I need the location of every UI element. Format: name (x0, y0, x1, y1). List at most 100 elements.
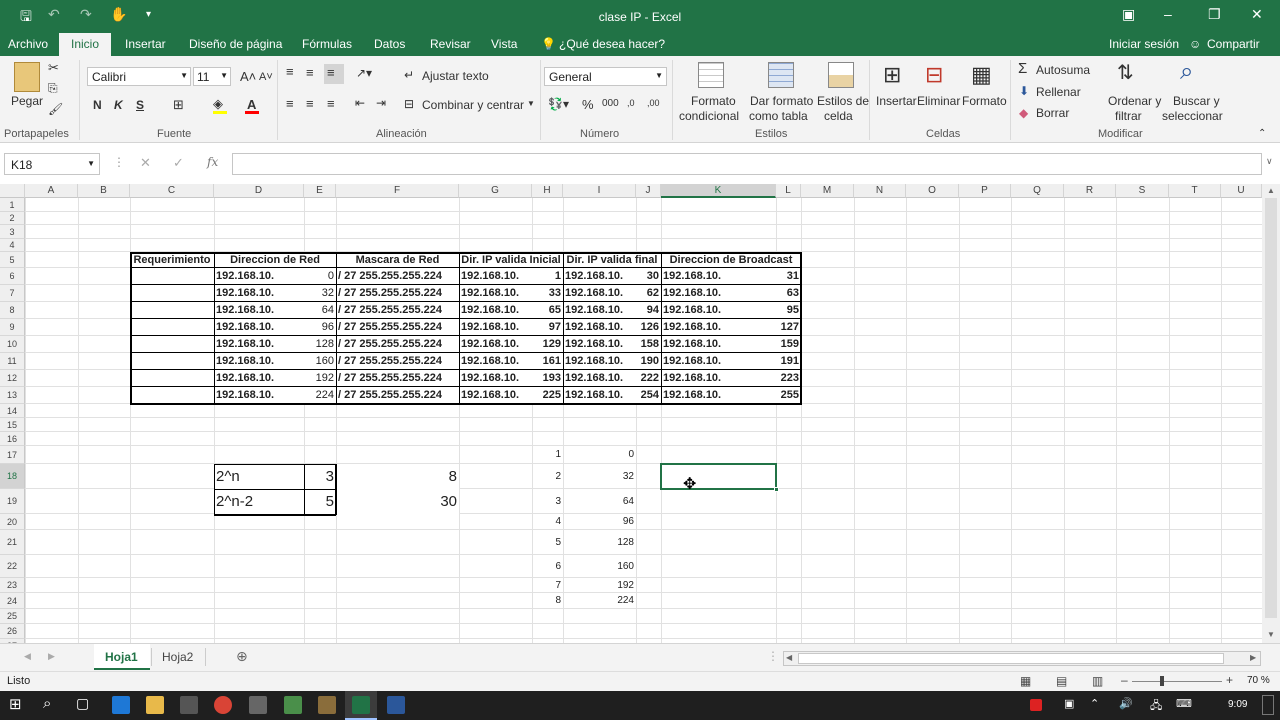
increase-decimal-icon[interactable]: ,0 (627, 98, 635, 108)
percent-icon[interactable]: % (582, 97, 594, 112)
row-header-1[interactable]: 1 (0, 198, 25, 212)
insert-cells-button[interactable]: Insertar (876, 94, 917, 108)
fill-color-icon[interactable]: ◈ (213, 96, 223, 112)
tab-revisar[interactable]: Revisar (430, 37, 471, 51)
row-header-9[interactable]: 9 (0, 319, 25, 336)
align-middle-icon[interactable]: ≡ (306, 65, 314, 80)
format-painter-icon[interactable]: 🖌 (48, 102, 63, 116)
align-center-icon[interactable]: ≡ (306, 96, 314, 111)
row-header-11[interactable]: 11 (0, 353, 25, 370)
number-format-box[interactable]: General ▼ (544, 67, 667, 86)
decrease-indent-icon[interactable]: ⇤ (355, 96, 365, 110)
row-header-3[interactable]: 3 (0, 225, 25, 239)
font-color-icon[interactable]: A (247, 97, 256, 112)
cell-styles-icon[interactable] (828, 62, 854, 88)
expand-formula-icon[interactable]: ∨ (1266, 156, 1273, 167)
ribbon-display-icon[interactable]: ▣ (1122, 6, 1135, 23)
row-header-5[interactable]: 5 (0, 252, 25, 268)
cut-icon[interactable]: ✂ (48, 60, 59, 76)
column-header-q[interactable]: Q (1011, 184, 1064, 198)
row-header-19[interactable]: 19 (0, 489, 25, 514)
column-header-n[interactable]: N (854, 184, 906, 198)
column-header-d[interactable]: D (214, 184, 304, 198)
next-sheet-icon[interactable]: ▶ (48, 651, 55, 662)
shrink-font-icon[interactable]: A˅ (259, 71, 273, 83)
align-top-icon[interactable]: ≡ (286, 64, 294, 79)
vertical-scrollbar[interactable]: ▲ ▼ (1262, 184, 1280, 643)
tab-insertar[interactable]: Insertar (125, 37, 166, 51)
app-icon-2[interactable] (284, 696, 302, 714)
maximize-icon[interactable]: ❐ (1208, 6, 1221, 23)
format-cells-icon[interactable]: ▦ (971, 62, 992, 88)
page-break-icon[interactable]: ▥ (1092, 674, 1103, 688)
format-as-table-label2[interactable]: como tabla (749, 109, 808, 123)
column-header-u[interactable]: U (1221, 184, 1262, 198)
row-header-7[interactable]: 7 (0, 285, 25, 302)
paste-icon[interactable] (14, 62, 40, 92)
tab-archivo[interactable]: Archivo (8, 37, 48, 51)
align-right-icon[interactable]: ≡ (327, 96, 335, 111)
horizontal-scroll-thumb[interactable] (798, 653, 1224, 664)
insert-function-icon[interactable]: fx (207, 155, 218, 169)
conditional-format-label2[interactable]: condicional (679, 109, 739, 123)
column-header-r[interactable]: R (1064, 184, 1116, 198)
decrease-decimal-icon[interactable]: ,00 (647, 98, 660, 108)
row-header-23[interactable]: 23 (0, 578, 25, 593)
fill-button[interactable]: Rellenar (1036, 85, 1081, 99)
app-icon-1[interactable] (249, 696, 267, 714)
row-header-22[interactable]: 22 (0, 555, 25, 578)
tab-vista[interactable]: Vista (491, 37, 517, 51)
zoom-level[interactable]: 70 % (1247, 675, 1270, 686)
underline-button[interactable]: S (136, 98, 144, 112)
column-header-j[interactable]: J (636, 184, 661, 198)
selected-cell-k18[interactable] (660, 463, 777, 490)
row-header-15[interactable]: 15 (0, 418, 25, 432)
zoom-in-icon[interactable]: + (1226, 673, 1233, 687)
sheet-tab-hoja2[interactable]: Hoja2 (162, 650, 193, 664)
worksheet-grid[interactable]: A B C D E F G H I J K L M N O P Q R S T U 1 2 3 4 5 6 7 8 9 10 11 12 13 14… (0, 184, 1262, 643)
zoom-slider-handle[interactable] (1160, 676, 1164, 686)
network-icon[interactable]: 🖧 (1150, 697, 1162, 716)
tray-icon-1[interactable] (1030, 699, 1042, 711)
column-header-m[interactable]: M (801, 184, 854, 198)
task-view-icon[interactable]: ▢ (76, 695, 89, 712)
fill-handle[interactable] (774, 487, 779, 492)
font-name-box[interactable]: Calibri ▼ (87, 67, 191, 86)
row-header-12[interactable]: 12 (0, 370, 25, 387)
column-header-o[interactable]: O (906, 184, 959, 198)
row-header-17[interactable]: 17 (0, 446, 25, 464)
zoom-slider[interactable] (1132, 681, 1222, 682)
notifications-icon[interactable] (1262, 695, 1274, 715)
tab-diseno[interactable]: Diseño de página (189, 37, 282, 51)
keyboard-icon[interactable]: ⌨ (1176, 697, 1192, 710)
row-header-6[interactable]: 6 (0, 268, 25, 285)
format-as-table-button[interactable]: Dar formato (750, 94, 813, 108)
collapse-ribbon-icon[interactable]: ⌃ (1258, 128, 1266, 139)
merge-dropdown-icon[interactable]: ▼ (527, 99, 535, 108)
delete-cells-icon[interactable]: ⊟ (925, 62, 943, 88)
column-header-l[interactable]: L (776, 184, 801, 198)
scroll-right-icon[interactable]: ▶ (1250, 653, 1256, 662)
format-cells-button[interactable]: Formato (962, 94, 1007, 108)
name-box[interactable]: K18 ▼ (4, 153, 100, 175)
orientation-icon[interactable]: ↗▾ (356, 66, 372, 80)
cancel-formula-icon[interactable]: ✕ (140, 155, 151, 171)
store-icon[interactable] (180, 696, 198, 714)
conditional-format-button[interactable]: Formato (691, 94, 736, 108)
column-header-e[interactable]: E (304, 184, 336, 198)
normal-view-icon[interactable]: ▦ (1020, 674, 1031, 688)
tab-formulas[interactable]: Fórmulas (302, 37, 352, 51)
tray-icon-3[interactable]: ⌃ (1090, 697, 1099, 710)
font-size-box[interactable]: 11 ▼ (193, 67, 231, 86)
row-header-10[interactable]: 10 (0, 336, 25, 353)
column-header-p[interactable]: P (959, 184, 1011, 198)
edge-icon[interactable] (112, 696, 130, 714)
column-header-g[interactable]: G (459, 184, 532, 198)
sheet-tab-hoja1[interactable]: Hoja1 (105, 650, 138, 664)
row-header-26[interactable]: 26 (0, 624, 25, 639)
windows-start-icon[interactable]: ⊞ (9, 695, 22, 713)
wrap-text-button[interactable]: Ajustar texto (422, 69, 489, 83)
align-bottom-icon[interactable]: ≡ (327, 65, 335, 80)
sort-filter-icon[interactable]: ⇅ (1117, 60, 1134, 85)
column-header-k[interactable]: K (661, 184, 776, 198)
